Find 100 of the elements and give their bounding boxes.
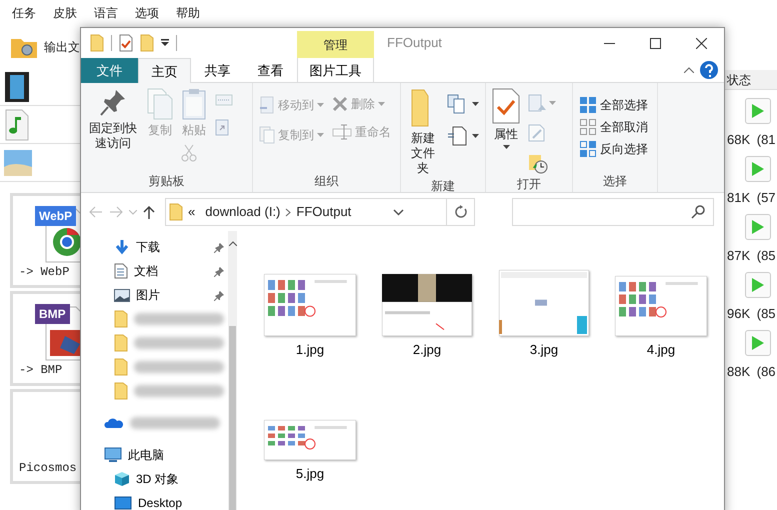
ribbon-tab[interactable]: 文件 <box>81 58 138 83</box>
path-segment[interactable]: download (I:) <box>200 202 286 222</box>
file-item[interactable]: 1.jpg <box>255 256 365 360</box>
play-button[interactable] <box>745 330 771 356</box>
forward-icon <box>109 206 123 218</box>
menu-item[interactable]: 皮肤 <box>53 4 77 22</box>
menu-item[interactable]: 任务 <box>12 4 36 22</box>
ribbon-button[interactable]: 属性 <box>490 87 522 151</box>
separator-chevron-icon <box>285 208 292 216</box>
size-text: 96K (85 <box>726 306 777 322</box>
copy-to-icon <box>259 126 275 144</box>
document-icon <box>114 263 128 279</box>
overflow-chevron[interactable]: « <box>183 202 200 222</box>
format-tile[interactable]: BMP -> BMP <box>10 291 80 386</box>
column-header: 状态 <box>722 70 777 90</box>
group-label: 剪贴板 <box>148 173 186 190</box>
new-item-button[interactable] <box>445 93 481 115</box>
output-folder-button[interactable]: 输出文 <box>44 38 80 56</box>
folder-icon <box>140 34 154 52</box>
group-label: 新建 <box>430 178 456 195</box>
path-segment[interactable]: FFOutput <box>291 202 356 222</box>
ribbon-button[interactable]: 反向选择 <box>577 139 650 159</box>
format-tile[interactable]: WebP -> WebP <box>10 193 80 288</box>
size-text: 81K (57 <box>726 190 777 206</box>
nav-item[interactable]: Desktop <box>81 491 228 510</box>
search-icon <box>691 205 705 219</box>
context-tab-group: 管理 <box>297 31 374 58</box>
cloud-icon <box>104 417 124 429</box>
dropdown-icon <box>161 39 169 47</box>
move-icon <box>259 96 275 114</box>
edit-icon <box>528 124 546 142</box>
file-item[interactable]: 5.jpg <box>255 380 365 483</box>
menu-item[interactable]: 选项 <box>135 4 159 22</box>
minimize-icon <box>604 42 614 44</box>
play-icon <box>751 161 765 177</box>
menu-item[interactable]: 语言 <box>94 4 118 22</box>
music-note-icon <box>3 108 31 140</box>
group-label: 打开 <box>516 176 542 193</box>
back-icon <box>89 206 103 218</box>
nav-item[interactable]: 文档 <box>81 259 228 283</box>
easy-access-button[interactable] <box>445 125 481 147</box>
play-icon <box>751 219 765 235</box>
file-item[interactable]: 4.jpg <box>606 256 716 360</box>
ribbon-button[interactable]: 全部取消 <box>577 117 650 137</box>
window-title: FFOutput <box>386 34 442 52</box>
nav-item[interactable]: 图片 <box>81 283 228 307</box>
history-dropdown-icon <box>392 209 404 216</box>
format-badge: BMP <box>35 304 70 324</box>
history-icon <box>528 154 548 174</box>
ribbon-button[interactable]: 全部选择 <box>577 95 650 115</box>
play-button[interactable] <box>745 156 771 182</box>
scroll-up-icon <box>228 241 236 246</box>
new-document-icon <box>447 126 469 146</box>
recent-dropdown-icon <box>129 210 137 214</box>
folder-icon <box>169 203 183 222</box>
scrollbar[interactable] <box>228 231 237 510</box>
size-text: 87K (85 <box>726 248 777 264</box>
copy-icon <box>147 88 173 120</box>
play-icon <box>751 103 765 119</box>
ribbon-tab[interactable]: 共享 <box>191 58 244 83</box>
picture-icon <box>114 288 130 302</box>
nav-item[interactable]: 此电脑 <box>81 443 228 467</box>
play-button[interactable] <box>745 98 771 124</box>
play-icon <box>751 335 765 351</box>
menu-item[interactable]: 帮助 <box>176 4 200 22</box>
pin-icon <box>99 88 127 118</box>
play-button[interactable] <box>745 272 771 298</box>
nav-item[interactable]: 3D 对象 <box>81 467 228 491</box>
play-icon <box>751 277 765 293</box>
play-button[interactable] <box>745 214 771 240</box>
size-text: 88K (86 <box>726 364 777 380</box>
film-icon <box>3 70 31 102</box>
folder-icon <box>114 358 128 376</box>
properties-icon <box>119 34 133 52</box>
rename-icon <box>332 124 352 140</box>
open-icon <box>528 94 546 112</box>
address-bar[interactable]: « download (I:) FFOutput <box>165 198 475 226</box>
file-item[interactable]: 2.jpg <box>372 256 482 360</box>
pin-icon <box>214 266 224 277</box>
close-icon <box>696 38 706 48</box>
pin-icon <box>214 242 224 253</box>
format-tile[interactable]: Picosmos <box>10 389 80 484</box>
paste-shortcut-icon <box>215 118 229 136</box>
collapse-ribbon-icon <box>684 67 694 73</box>
folder-icon <box>114 334 128 352</box>
monitor-icon <box>104 447 122 463</box>
ribbon-button[interactable]: 固定到快速访问 <box>85 87 141 152</box>
format-badge: WebP <box>35 206 76 226</box>
ribbon-tab[interactable]: 查看 <box>244 58 297 83</box>
folder-icon <box>114 310 128 328</box>
pin-icon <box>214 290 224 301</box>
folder-icon <box>90 34 104 52</box>
ribbon-button[interactable]: 新建文件夹 <box>405 87 441 177</box>
maximize-icon <box>650 38 660 48</box>
nav-item[interactable]: 下载 <box>81 235 228 259</box>
ribbon-tab[interactable]: 主页 <box>138 58 191 84</box>
help-icon <box>700 61 718 79</box>
delete-icon <box>332 96 348 112</box>
search-field[interactable] <box>512 198 714 226</box>
file-item[interactable]: 3.jpg <box>489 256 599 360</box>
